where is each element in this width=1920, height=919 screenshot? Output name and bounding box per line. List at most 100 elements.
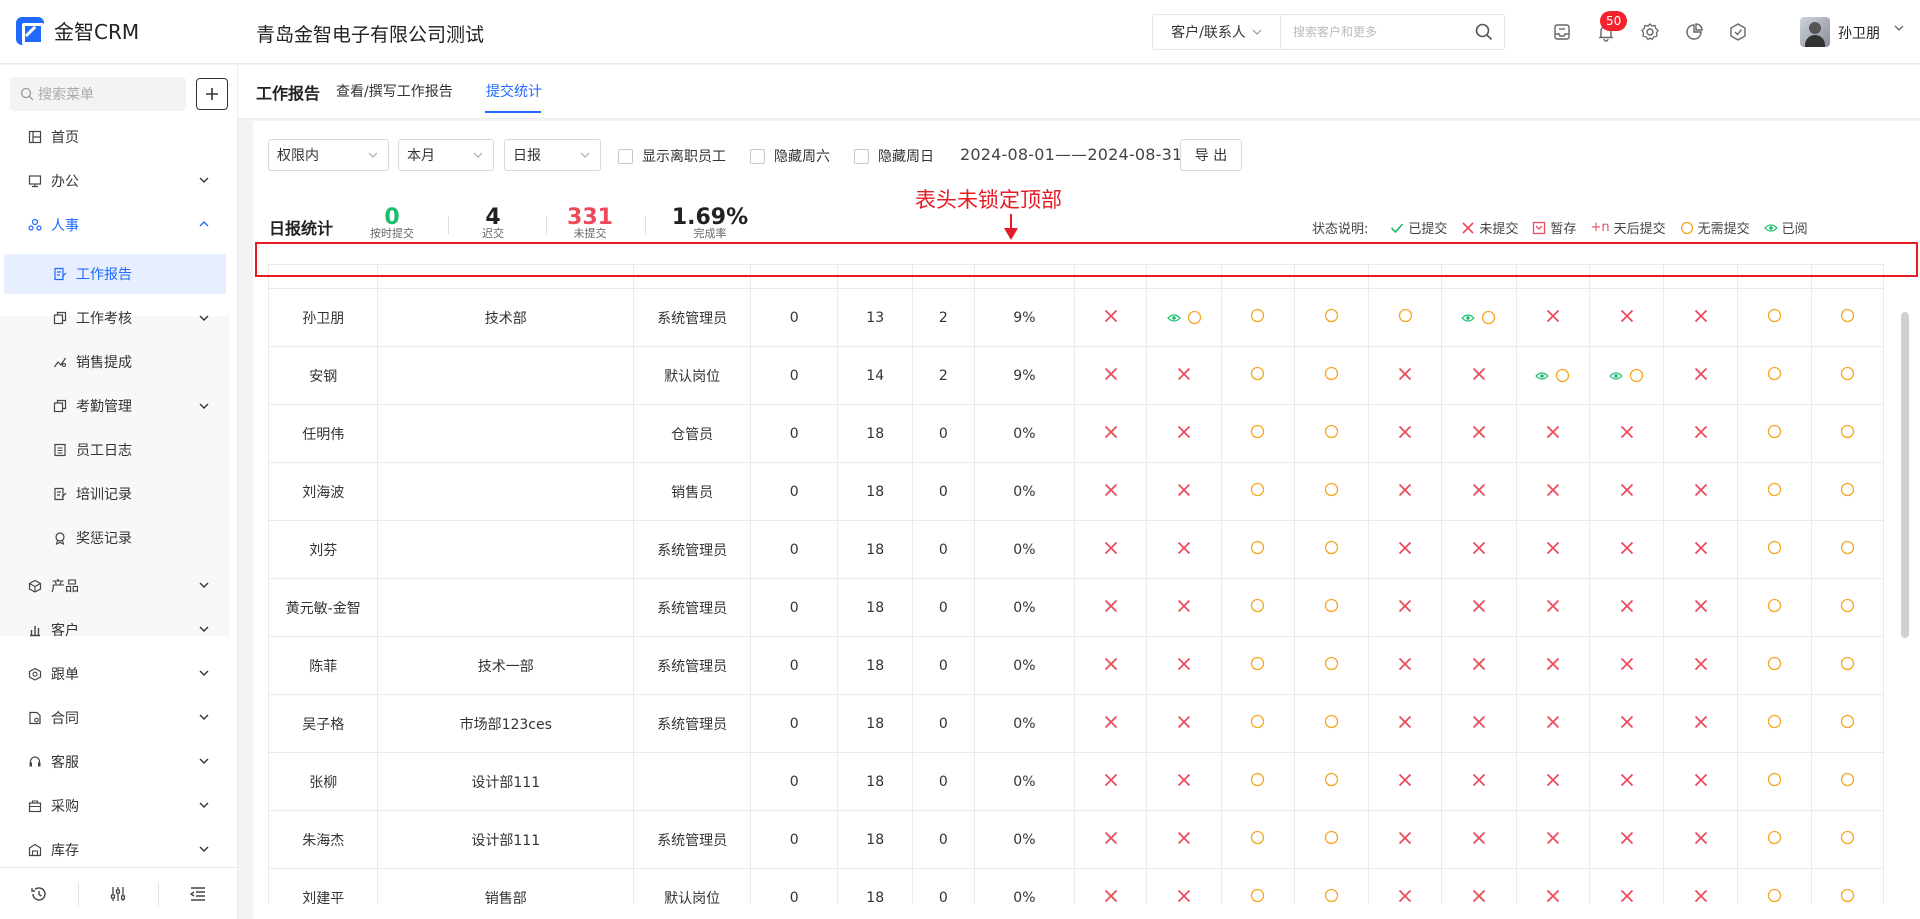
cell-day-status[interactable]	[1074, 694, 1148, 753]
cell-day-status[interactable]	[1736, 462, 1812, 521]
cell-day-status[interactable]	[1515, 868, 1591, 904]
cell-day-status[interactable]	[1663, 636, 1738, 695]
report-chart-button[interactable]	[1682, 20, 1706, 44]
sidebar-item-home[interactable]: 首页	[0, 115, 237, 159]
cell-day-status[interactable]	[1810, 346, 1884, 405]
cell-day-status[interactable]	[1515, 752, 1591, 811]
cell-day-status[interactable]	[1368, 520, 1443, 579]
cell-day-status[interactable]	[1293, 404, 1370, 463]
cell-day-status[interactable]	[1368, 578, 1443, 637]
cell-day-status[interactable]	[1589, 578, 1665, 637]
cell-day-status[interactable]	[1220, 462, 1296, 521]
cell-name[interactable]: 朱海杰	[268, 810, 379, 869]
cell-day-status[interactable]	[1736, 520, 1812, 579]
cell-day-status[interactable]	[1736, 404, 1812, 463]
sidebar-item-contract[interactable]: 合同	[0, 696, 237, 740]
cell-day-status[interactable]	[1074, 868, 1148, 904]
cell-day-status[interactable]	[1441, 462, 1517, 521]
cell-day-status[interactable]	[1515, 578, 1591, 637]
cell-day-status[interactable]	[1146, 810, 1222, 869]
cell-name[interactable]: 任明伟	[268, 404, 379, 463]
cell-day-status[interactable]	[1441, 636, 1517, 695]
cell-day-status[interactable]	[1589, 868, 1665, 904]
app-center-button[interactable]	[1726, 20, 1750, 44]
cell-day-status[interactable]	[1810, 462, 1884, 521]
cell-day-status[interactable]	[1810, 520, 1884, 579]
cell-day-status[interactable]	[1146, 404, 1222, 463]
cell-day-status[interactable]	[1515, 694, 1591, 753]
add-button[interactable]	[196, 78, 228, 110]
cell-day-status[interactable]	[1663, 694, 1738, 753]
cell-day-status[interactable]	[1515, 346, 1591, 405]
report-type-select[interactable]: 日报	[504, 139, 601, 171]
cell-name[interactable]: 孙卫朋	[268, 288, 379, 347]
cell-day-status[interactable]	[1736, 636, 1812, 695]
cell-day-status[interactable]	[1293, 288, 1370, 347]
collapse-sidebar-button[interactable]	[159, 882, 237, 906]
cell-day-status[interactable]	[1220, 694, 1296, 753]
sidebar-item-assessment[interactable]: 工作考核	[4, 298, 226, 338]
cell-day-status[interactable]	[1663, 288, 1738, 347]
cell-day-status[interactable]	[1515, 520, 1591, 579]
cell-day-status[interactable]	[1368, 868, 1443, 904]
table-scrollbar[interactable]	[1901, 312, 1909, 638]
tab-submit-stats[interactable]: 提交统计	[486, 81, 542, 101]
customize-button[interactable]	[79, 881, 159, 906]
cell-name[interactable]: 黄元敏-金智	[268, 578, 379, 637]
cell-day-status[interactable]	[1736, 752, 1812, 811]
sidebar-item-hr[interactable]: 人事	[0, 203, 237, 247]
cell-day-status[interactable]	[1515, 810, 1591, 869]
search-button[interactable]	[1464, 15, 1504, 49]
cell-day-status[interactable]	[1663, 868, 1738, 904]
cell-day-status[interactable]	[1146, 346, 1222, 405]
user-name[interactable]: 孙卫朋	[1838, 23, 1880, 43]
cell-day-status[interactable]	[1146, 520, 1222, 579]
cell-day-status[interactable]	[1368, 462, 1443, 521]
cell-day-status[interactable]	[1589, 520, 1665, 579]
settings-button[interactable]	[1638, 20, 1662, 44]
sidebar-item-work-report[interactable]: 工作报告	[4, 254, 226, 294]
cell-day-status[interactable]	[1515, 404, 1591, 463]
cell-day-status[interactable]	[1146, 694, 1222, 753]
show-resigned-checkbox[interactable]: 显示离职员工	[618, 146, 726, 166]
cell-name[interactable]: 刘芬	[268, 520, 379, 579]
cell-day-status[interactable]	[1293, 520, 1370, 579]
cell-name[interactable]: 刘建平	[268, 868, 379, 904]
cell-day-status[interactable]	[1220, 868, 1296, 904]
sidebar-item-service[interactable]: 客服	[0, 740, 237, 784]
cell-day-status[interactable]	[1368, 636, 1443, 695]
cell-day-status[interactable]	[1368, 694, 1443, 753]
cell-day-status[interactable]	[1074, 752, 1148, 811]
sidebar-item-product[interactable]: 产品	[0, 564, 237, 608]
cell-day-status[interactable]	[1293, 346, 1370, 405]
cell-day-status[interactable]	[1146, 578, 1222, 637]
cell-day-status[interactable]	[1736, 810, 1812, 869]
cell-day-status[interactable]	[1736, 578, 1812, 637]
cell-name[interactable]: 刘海波	[268, 462, 379, 521]
cell-day-status[interactable]	[1146, 868, 1222, 904]
cell-day-status[interactable]	[1146, 462, 1222, 521]
cell-day-status[interactable]	[1810, 288, 1884, 347]
cell-name[interactable]: 安钢	[268, 346, 379, 405]
cell-day-status[interactable]	[1810, 752, 1884, 811]
sidebar-item-purchase[interactable]: 采购	[0, 784, 237, 828]
cell-day-status[interactable]	[1293, 694, 1370, 753]
cell-day-status[interactable]	[1368, 404, 1443, 463]
cell-day-status[interactable]	[1441, 288, 1517, 347]
cell-day-status[interactable]	[1220, 810, 1296, 869]
sidebar-item-attendance[interactable]: 考勤管理	[4, 386, 226, 426]
sidebar-item-commission[interactable]: 销售提成	[4, 342, 226, 382]
cell-day-status[interactable]	[1074, 578, 1148, 637]
cell-name[interactable]: 吴子格	[268, 694, 379, 753]
sidebar-item-inventory[interactable]: 库存	[0, 828, 237, 872]
cell-day-status[interactable]	[1441, 694, 1517, 753]
scope-select[interactable]: 权限内	[268, 139, 389, 171]
cell-day-status[interactable]	[1515, 288, 1591, 347]
cell-day-status[interactable]	[1220, 346, 1296, 405]
cell-day-status[interactable]	[1515, 462, 1591, 521]
cell-day-status[interactable]	[1074, 288, 1148, 347]
cell-day-status[interactable]	[1810, 636, 1884, 695]
cell-day-status[interactable]	[1441, 578, 1517, 637]
cell-day-status[interactable]	[1074, 636, 1148, 695]
cell-day-status[interactable]	[1736, 288, 1812, 347]
